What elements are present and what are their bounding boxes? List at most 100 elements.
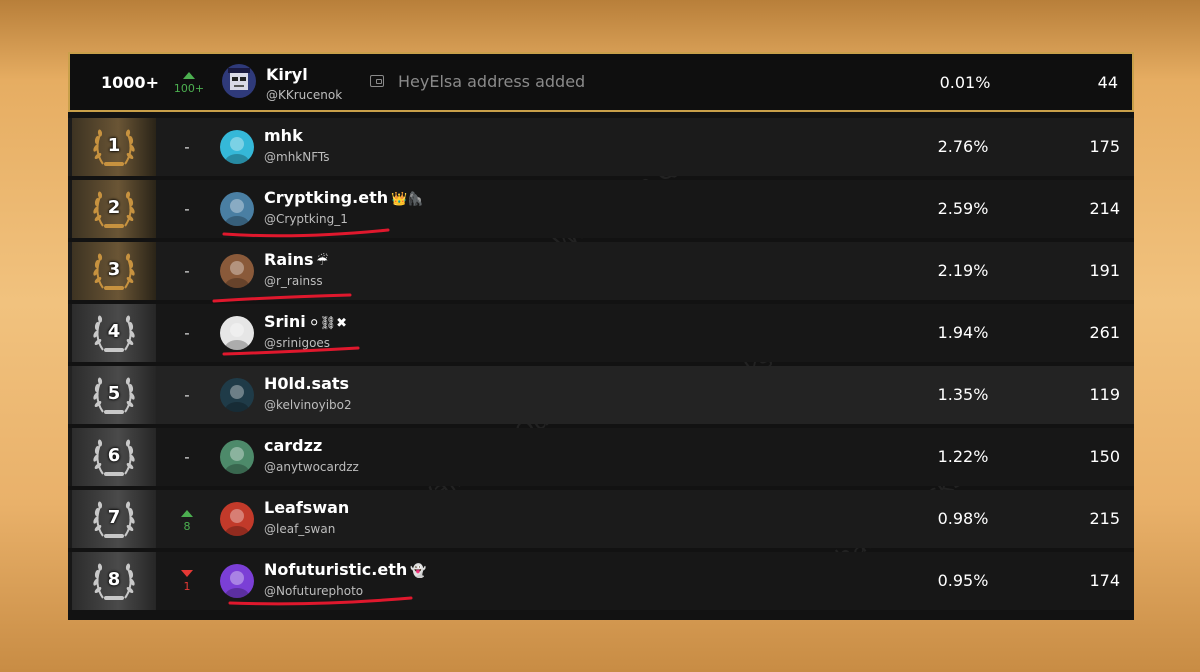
user-handle[interactable]: @mhkNFTs: [264, 150, 330, 164]
score: 215: [1089, 509, 1120, 528]
user-name[interactable]: Kiryl: [266, 65, 308, 84]
user-handle[interactable]: @kelvinoyibo2: [264, 398, 352, 412]
user-handle[interactable]: @r_rainss: [264, 274, 323, 288]
table-row[interactable]: 5 - H0ld.sats @kelvinoyibo2 1.35% 119: [68, 366, 1134, 424]
avatar[interactable]: [220, 378, 254, 412]
user-name[interactable]: Cryptking.eth 👑🦍: [264, 188, 423, 207]
user-handle[interactable]: @leaf_swan: [264, 522, 335, 536]
user-name-text: Cryptking.eth: [264, 188, 389, 207]
rank-change: -: [166, 428, 208, 486]
rank-change-value: -: [184, 262, 190, 280]
rank-change: -: [166, 180, 208, 238]
user-name-text: Leafswan: [264, 498, 350, 517]
rank-change-value: -: [184, 138, 190, 156]
rank-change-value: -: [184, 324, 190, 342]
rank-down-icon: [181, 570, 193, 577]
table-row[interactable]: 6 - cardzz @anytwocardzz 1.22% 150: [68, 428, 1134, 486]
user-handle[interactable]: @Nofuturephoto: [264, 584, 363, 598]
avatar[interactable]: [220, 254, 254, 288]
rank-change: -: [166, 304, 208, 362]
score: 150: [1089, 447, 1120, 466]
user-handle[interactable]: @srinigoes: [264, 336, 330, 350]
rank-number: 6: [107, 445, 121, 466]
user-handle[interactable]: @Cryptking_1: [264, 212, 348, 226]
current-user-row[interactable]: 1000+ 100+ Kiryl @KKrucenok HeyElsa addr…: [68, 52, 1134, 112]
avatar[interactable]: [220, 130, 254, 164]
score: 119: [1089, 385, 1120, 404]
rank-up-icon: [183, 72, 195, 79]
avatar[interactable]: [220, 564, 254, 598]
rank-change-value: 8: [183, 520, 191, 533]
notice-message: HeyElsa address added: [370, 72, 585, 91]
score: 191: [1089, 261, 1120, 280]
score: 174: [1089, 571, 1120, 590]
rank-number: 4: [107, 321, 121, 342]
score: 214: [1089, 199, 1120, 218]
user-name-emoji: ⚪⛓✖: [308, 316, 348, 331]
table-row[interactable]: 1 - mhk @mhkNFTs 2.76% 175: [68, 118, 1134, 176]
user-name-text: mhk: [264, 126, 303, 145]
avatar[interactable]: [220, 502, 254, 536]
avatar[interactable]: [220, 316, 254, 350]
rank-change-value: -: [184, 448, 190, 466]
rank-badge: 1: [72, 118, 156, 176]
rank-change: 1: [166, 552, 208, 610]
rank-change: 100+: [168, 54, 210, 110]
rank-number: 7: [107, 507, 121, 528]
table-row[interactable]: 4 - Srini ⚪⛓✖ @srinigoes 1.94% 261: [68, 304, 1134, 362]
user-handle[interactable]: @anytwocardzz: [264, 460, 359, 474]
rank-number: 5: [107, 383, 121, 404]
rank-badge: 5: [72, 366, 156, 424]
rank-up-icon: [181, 510, 193, 517]
table-row[interactable]: 2 - Cryptking.eth 👑🦍 @Cryptking_1 2.59% 2…: [68, 180, 1134, 238]
user-handle[interactable]: @KKrucenok: [266, 88, 342, 102]
user-name-text: Rains: [264, 250, 314, 269]
notice-text: HeyElsa address added: [398, 72, 586, 91]
wallet-icon: [370, 75, 384, 87]
user-name-emoji: 👑🦍: [391, 192, 424, 207]
rank-badge: 4: [72, 304, 156, 362]
leaderboard-panel: Wallchain Quacks quacks.app Wallchain Qu…: [68, 52, 1134, 620]
avatar[interactable]: [222, 64, 256, 98]
rank-badge: 8: [72, 552, 156, 610]
table-row[interactable]: 8 1 Nofuturistic.eth 👻 @Nofuturephoto 0.9…: [68, 552, 1134, 610]
user-name[interactable]: Leafswan: [264, 498, 352, 517]
share-percent: 1.94%: [937, 323, 989, 342]
rank-number: 8: [107, 569, 121, 590]
share-percent: 0.95%: [937, 571, 989, 590]
score: 44: [1097, 73, 1118, 92]
score: 261: [1089, 323, 1120, 342]
rank-change-value: 100+: [173, 82, 205, 95]
rank-badge: 3: [72, 242, 156, 300]
table-row[interactable]: 7 8 Leafswan @leaf_swan 0.98% 215: [68, 490, 1134, 548]
user-name[interactable]: Srini ⚪⛓✖: [264, 312, 347, 331]
rank-change-value: -: [184, 386, 190, 404]
user-name-text: Srini: [264, 312, 306, 331]
user-name[interactable]: Rains ☔: [264, 250, 328, 269]
rank-change-value: 1: [183, 580, 191, 593]
share-percent: 1.22%: [937, 447, 989, 466]
user-name-emoji: 👻: [410, 564, 427, 579]
share-percent: 2.19%: [937, 261, 989, 280]
user-name[interactable]: cardzz: [264, 436, 325, 455]
rank-change: 8: [166, 490, 208, 548]
rank-change-value: -: [184, 200, 190, 218]
rank-change: -: [166, 118, 208, 176]
rank-badge: 7: [72, 490, 156, 548]
rank-change: -: [166, 366, 208, 424]
user-name[interactable]: Nofuturistic.eth 👻: [264, 560, 426, 579]
share-percent: 1.35%: [937, 385, 989, 404]
avatar[interactable]: [220, 192, 254, 226]
rank-badge: 6: [72, 428, 156, 486]
user-name-text: Nofuturistic.eth: [264, 560, 408, 579]
rank-number: 2: [107, 197, 121, 218]
score: 175: [1089, 137, 1120, 156]
user-name[interactable]: H0ld.sats: [264, 374, 352, 393]
avatar[interactable]: [220, 440, 254, 474]
table-row[interactable]: 3 - Rains ☔ @r_rainss 2.19% 191: [68, 242, 1134, 300]
user-name-text: H0ld.sats: [264, 374, 350, 393]
share-percent: 0.01%: [939, 73, 991, 92]
user-name[interactable]: mhk: [264, 126, 306, 145]
share-percent: 0.98%: [937, 509, 989, 528]
rank-change: -: [166, 242, 208, 300]
